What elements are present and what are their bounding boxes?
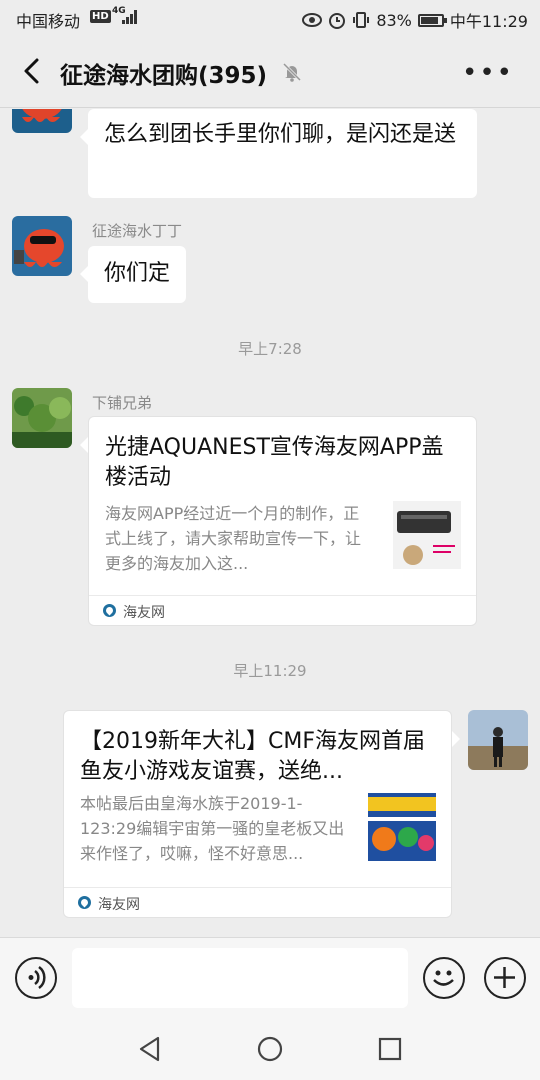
signal-icon bbox=[122, 10, 138, 24]
timestamp: 早上7:28 bbox=[238, 340, 302, 358]
avatar-aquarium[interactable] bbox=[12, 388, 72, 448]
vibrate-icon bbox=[353, 12, 370, 28]
sender-name: 征途海水丁丁 bbox=[92, 222, 183, 240]
input-bar bbox=[0, 937, 540, 1019]
back-arrow-icon[interactable] bbox=[18, 56, 48, 86]
more-functions-button[interactable] bbox=[484, 957, 526, 999]
source-name: 海友网 bbox=[98, 897, 140, 913]
link-card-description: 本帖最后由皇海水族于2019-1-123:29编辑宇宙第一骚的皇老板又出来作怪了… bbox=[80, 794, 345, 863]
sender-name: 下铺兄弟 bbox=[92, 394, 153, 412]
source-name: 海友网 bbox=[123, 605, 165, 621]
link-card-thumbnail bbox=[368, 793, 436, 861]
source-icon bbox=[103, 604, 116, 617]
message-text: 怎么到团长手里你们聊，是闪还是送 bbox=[104, 122, 457, 147]
message-input[interactable] bbox=[72, 948, 408, 1008]
carrier-name: 中国移动 bbox=[16, 12, 81, 31]
nav-home-icon[interactable] bbox=[256, 1035, 284, 1063]
chat-header: 征途海水团购(395) ••• bbox=[0, 36, 540, 108]
mute-bell-icon bbox=[282, 62, 302, 82]
eye-icon bbox=[302, 13, 323, 27]
status-right: 83% 中午11:29 bbox=[302, 8, 528, 32]
link-card[interactable]: 光捷AQUANEST宣传海友网APP盖楼活动 海友网APP经过近一个月的制作，正… bbox=[80, 416, 477, 626]
link-card-title: 【2019新年大礼】CMF海友网首届鱼友小游戏友谊赛，送绝... bbox=[80, 729, 425, 784]
hd-badge: HD bbox=[90, 10, 111, 23]
link-card-thumbnail bbox=[393, 501, 461, 569]
message-text: 你们定 bbox=[104, 261, 171, 286]
avatar-octopus[interactable] bbox=[12, 216, 72, 276]
more-options-button[interactable]: ••• bbox=[462, 58, 514, 88]
chat-title: 征途海水团购(395) bbox=[60, 63, 268, 89]
battery-icon bbox=[417, 13, 447, 27]
message-list[interactable]: 怎么到团长手里你们聊，是闪还是送 征途海水丁丁 你们定 早上7:28 下铺兄弟 … bbox=[0, 109, 540, 937]
nav-back-icon[interactable] bbox=[136, 1035, 164, 1063]
status-bar: 中国移动 HD 4G 83% 中午11:29 bbox=[0, 0, 540, 36]
link-card-title: 光捷AQUANEST宣传海友网APP盖楼活动 bbox=[105, 435, 444, 490]
link-card-footer: 海友网 bbox=[89, 595, 476, 625]
link-card[interactable]: 【2019新年大礼】CMF海友网首届鱼友小游戏友谊赛，送绝... 本帖最后由皇海… bbox=[63, 710, 460, 918]
system-nav-bar bbox=[0, 1019, 540, 1080]
link-card-footer: 海友网 bbox=[64, 887, 451, 917]
avatar-self[interactable] bbox=[468, 710, 528, 770]
source-icon bbox=[78, 896, 91, 909]
clock: 中午11:29 bbox=[449, 12, 528, 31]
message-bubble[interactable]: 怎么到团长手里你们聊，是闪还是送 bbox=[80, 109, 477, 198]
message-bubble[interactable]: 你们定 bbox=[79, 246, 187, 303]
voice-icon bbox=[28, 965, 46, 990]
plus-icon bbox=[494, 967, 515, 988]
timestamp: 早上11:29 bbox=[233, 662, 307, 680]
battery-percent: 83% bbox=[376, 10, 412, 30]
smiley-icon bbox=[433, 970, 454, 986]
voice-input-button[interactable] bbox=[15, 957, 57, 999]
avatar-octopus[interactable] bbox=[12, 109, 72, 133]
link-card-description: 海友网APP经过近一个月的制作，正式上线了，请大家帮助宣传一下，让更多的海友加入… bbox=[105, 504, 362, 573]
emoji-button[interactable] bbox=[423, 957, 465, 999]
alarm-icon bbox=[329, 13, 346, 29]
nav-recents-icon[interactable] bbox=[376, 1035, 404, 1063]
